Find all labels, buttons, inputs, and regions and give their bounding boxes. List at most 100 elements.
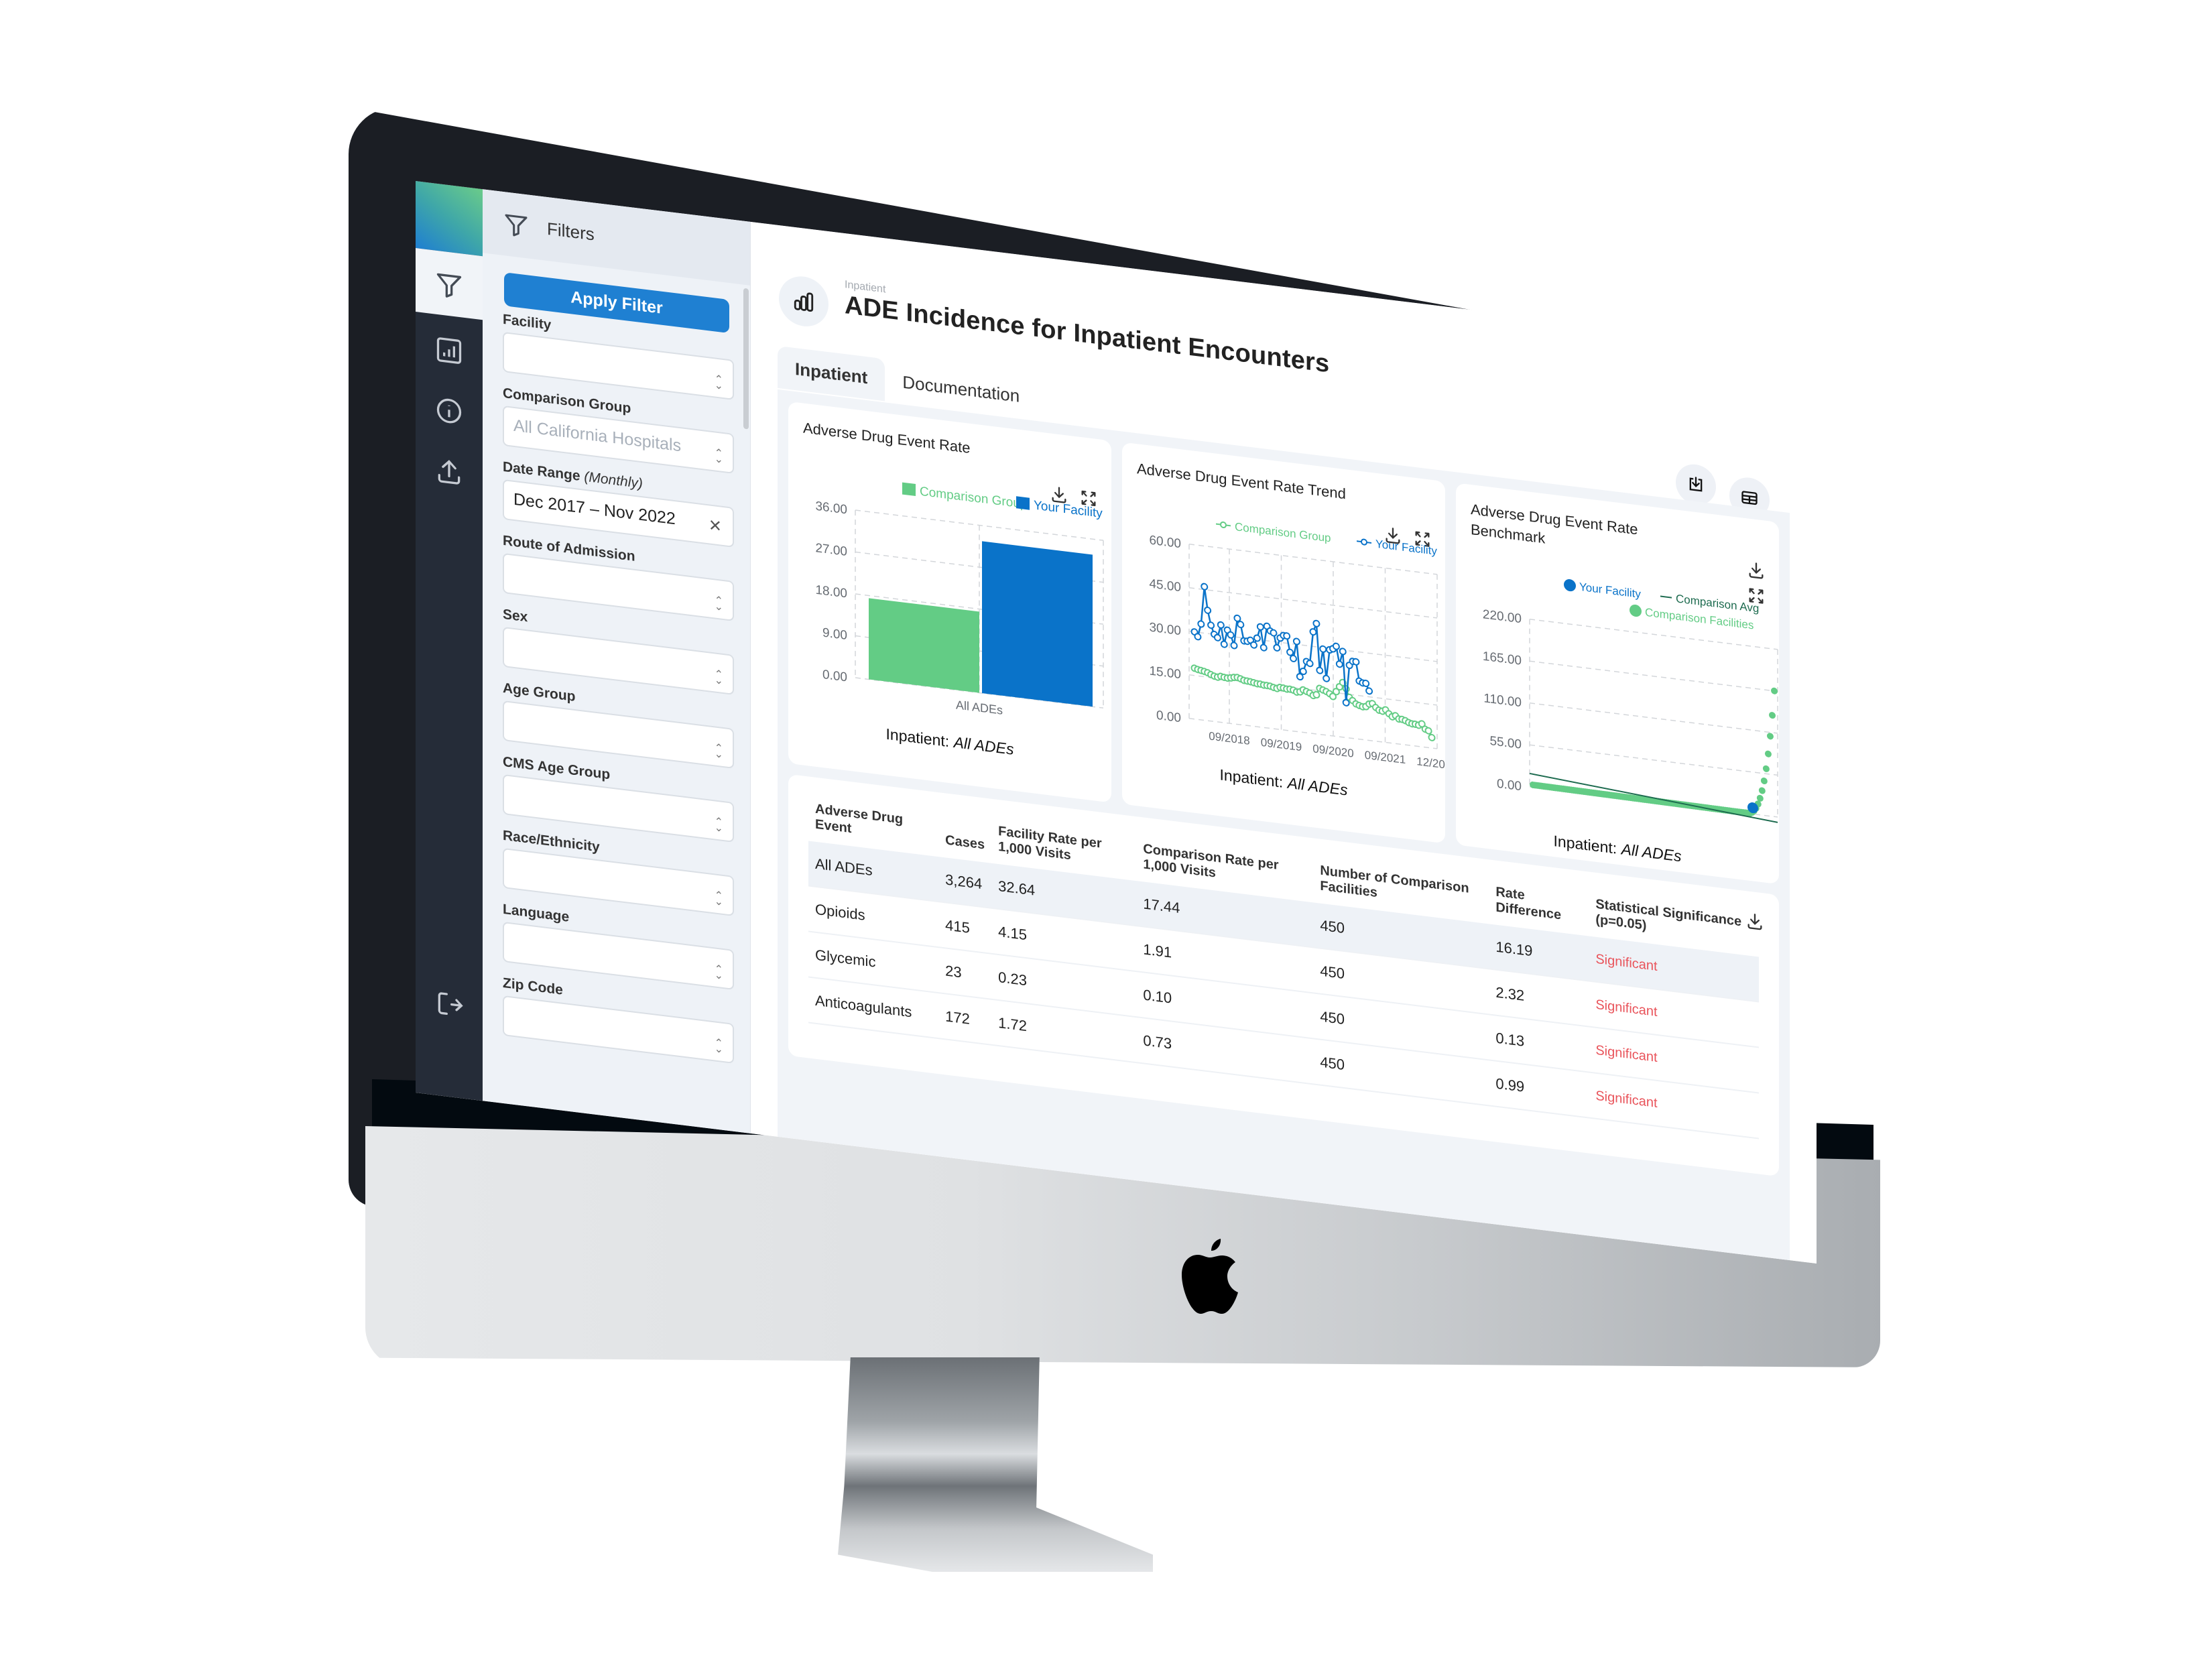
comparison-facility-point (1771, 687, 1778, 694)
data-point (1306, 660, 1314, 668)
data-point (1342, 698, 1350, 706)
legend-swatch (902, 482, 916, 497)
data-point (1319, 645, 1327, 653)
data-point (1227, 631, 1235, 639)
filter-panel: Filters Apply Filter Facility ⌃ ⌄ Compariso… (483, 189, 751, 1134)
logout-icon[interactable] (434, 987, 464, 1020)
data-point (1233, 614, 1241, 622)
comparison-facility-point (1758, 787, 1766, 794)
data-point (1250, 641, 1257, 649)
column-header[interactable]: Cases (938, 811, 991, 863)
comparison-facility-point (1766, 733, 1774, 740)
field-placeholder: All California Hospitals (513, 416, 682, 456)
data-point (1323, 674, 1331, 682)
filter-label-text: Sex (503, 606, 528, 625)
data-point (1197, 620, 1205, 628)
chevron-updown-icon: ⌃ ⌄ (714, 373, 723, 392)
filter-label-text: Zip Code (503, 975, 563, 998)
icon-rail (416, 181, 483, 1101)
data-point (1362, 679, 1370, 687)
legend-swatch (1660, 595, 1672, 599)
comparison-avg-line (1529, 772, 1778, 823)
data-point (1253, 634, 1261, 642)
y-tick-label: 36.00 (815, 499, 847, 517)
filter-icon[interactable] (434, 269, 464, 302)
legend-marker (1220, 521, 1227, 529)
download-box-icon (1689, 477, 1703, 492)
cell-cases: 172 (938, 993, 992, 1045)
bar-your-facility (982, 541, 1093, 707)
x-tick-label: All ADEs (956, 698, 1003, 717)
legend-marker (1564, 579, 1576, 592)
legend-marker (1361, 538, 1367, 546)
y-tick-label: 110.00 (1483, 691, 1522, 710)
data-point (1201, 582, 1209, 591)
table-icon (1741, 491, 1758, 505)
ade-trend-card: Adverse Drug Event Rate Trend 0.00 15.00 3… (1122, 442, 1445, 844)
legend-marker (1630, 604, 1642, 617)
download-icon[interactable] (1745, 911, 1764, 932)
y-tick-label: 165.00 (1483, 650, 1522, 668)
y-tick-label: 0.00 (822, 668, 847, 684)
data-point (1194, 633, 1202, 641)
y-tick-label: 30.00 (1149, 621, 1181, 639)
ade-benchmark-card: Adverse Drug Event Rate Benchmark 0.00 55… (1456, 483, 1779, 885)
y-tick-label: 220.00 (1483, 607, 1522, 626)
ade-rate-card: Adverse Drug Event Rate 0.00 9.00 18.00 27.… (788, 401, 1111, 803)
data-point (1332, 642, 1340, 650)
legend-swatch (1016, 496, 1030, 510)
comparison-facility-point (1764, 750, 1772, 757)
filter-label-text: Language (503, 901, 570, 925)
field-value: Dec 2017 – Nov 2022 (513, 489, 676, 529)
data-point (1428, 733, 1436, 741)
filter-panel-title: Filters (547, 218, 595, 245)
data-point (1217, 621, 1225, 629)
ade-benchmark-scatter-chart: 0.00 55.00 110.00 165.00 220.00 Your Facility… (1483, 579, 1778, 823)
app-logo[interactable] (416, 181, 483, 257)
y-tick-label: 18.00 (815, 583, 847, 601)
data-point (1220, 640, 1228, 648)
clear-icon[interactable]: ✕ (709, 515, 722, 536)
chevron-updown-icon: ⌃ ⌄ (714, 447, 723, 466)
filter-panel-scrollbar[interactable] (743, 288, 749, 430)
chevron-updown-icon: ⌃ ⌄ (714, 742, 723, 761)
y-tick-label: 27.00 (815, 541, 847, 559)
data-point (1207, 621, 1215, 629)
y-tick-label: 0.00 (1156, 709, 1181, 725)
bar-chart-icon[interactable] (434, 334, 464, 367)
data-point (1335, 660, 1343, 668)
legend-label: Comparison Group (1235, 520, 1331, 544)
y-tick-label: 55.00 (1489, 734, 1522, 752)
chevron-updown-icon: ⌃ ⌄ (714, 889, 723, 908)
data-point (1283, 632, 1291, 640)
data-point (1256, 623, 1264, 631)
gridline (1530, 702, 1778, 734)
gridline (1530, 660, 1778, 692)
data-point (1286, 648, 1294, 656)
upload-icon[interactable] (434, 454, 464, 487)
chevron-updown-icon: ⌃ ⌄ (714, 963, 723, 982)
data-point (1339, 648, 1347, 656)
y-tick-label: 15.00 (1149, 664, 1181, 682)
bar-chart-icon (794, 292, 814, 312)
info-icon[interactable] (434, 394, 464, 427)
legend-label: Comparison Group (920, 485, 1027, 511)
comparison-facility-point (1762, 765, 1770, 772)
legend-label: Your Facility (1034, 499, 1103, 521)
legend-label: Your Facility (1375, 538, 1437, 558)
chevron-updown-icon: ⌃ ⌄ (714, 1037, 723, 1056)
data-point (1312, 619, 1320, 627)
data-point (1237, 621, 1245, 629)
data-point (1316, 666, 1324, 674)
data-point (1352, 658, 1360, 666)
data-point (1213, 633, 1221, 641)
data-point (1259, 643, 1268, 652)
comparison-facility-point (1768, 712, 1776, 719)
y-tick-label: 60.00 (1149, 534, 1181, 552)
filter-label-suffix: (Monthly) (584, 469, 643, 492)
gridline (1189, 587, 1437, 619)
app-screen: Filters Apply Filter Facility ⌃ ⌄ Compariso… (416, 181, 1817, 1264)
data-point (1309, 628, 1317, 636)
main-content: Inpatient ADE Incidence for Inpatient En… (751, 222, 1817, 1264)
x-tick-label: 12/2022 (1416, 755, 1445, 772)
